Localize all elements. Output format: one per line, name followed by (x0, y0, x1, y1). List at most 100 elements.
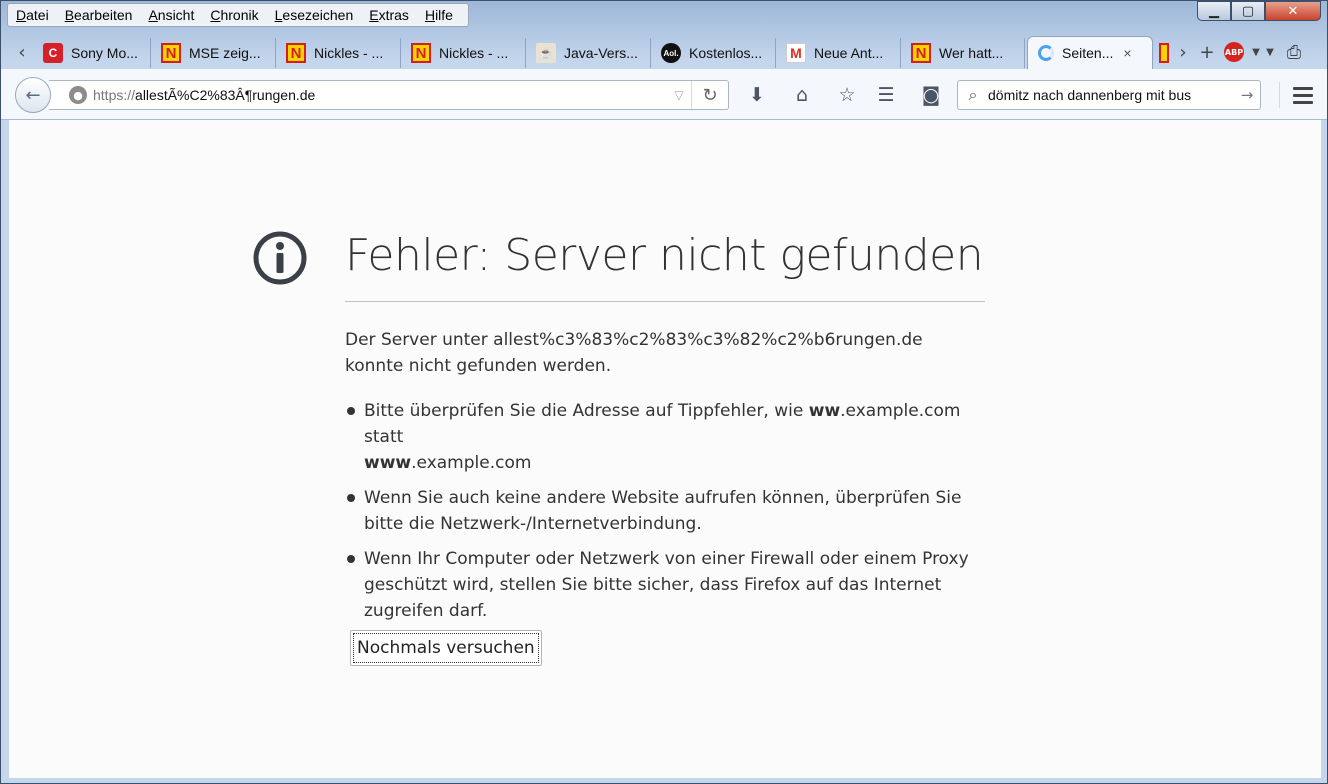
nickles-icon: N (161, 43, 181, 63)
star-icon: ☆ (838, 84, 856, 106)
download-icon: ⬇ (749, 84, 765, 106)
pocket-button[interactable]: ◙ (917, 82, 945, 108)
retry-button[interactable]: Nochmals versuchen (350, 630, 542, 666)
tab-nickles-2[interactable]: N Nickles - ... (401, 38, 526, 68)
tab-wer-hatte[interactable]: N Wer hatt... (901, 38, 1025, 68)
suggestion-list: Bitte überprüfen Sie die Adresse auf Tip… (345, 398, 985, 633)
printer-icon: ⎙ (1286, 41, 1302, 63)
aol-icon: Aol. (661, 43, 681, 63)
tab-java[interactable]: ☕ Java-Vers... (526, 38, 651, 68)
window-controls: ▁ ▢ ✕ (1197, 1, 1321, 21)
menu-chronik[interactable]: Chronik (202, 7, 266, 23)
tab-gmail[interactable]: M Neue Ant... (776, 38, 901, 68)
tab-scroll-left-button[interactable]: ‹ (11, 39, 33, 65)
nickles-icon: N (286, 43, 306, 63)
hamburger-icon (1293, 86, 1313, 90)
adblock-dropdown[interactable]: ▼ (1249, 39, 1263, 65)
bookmarks-menu-button[interactable]: ☰ (872, 82, 900, 108)
arrow-left-icon: ← (25, 84, 41, 106)
nickles-icon: N (911, 43, 931, 63)
tab-active-error[interactable]: Seiten... × (1027, 36, 1153, 69)
print-button[interactable]: ⎙ (1277, 39, 1311, 65)
error-title: Fehler: Server nicht gefunden (345, 230, 984, 281)
maximize-button[interactable]: ▢ (1231, 1, 1265, 21)
tab-label: Java-Vers... (564, 45, 638, 61)
info-icon (253, 231, 307, 285)
tab-label: Nickles - ... (314, 45, 384, 61)
maximize-icon: ▢ (1241, 3, 1255, 19)
search-bar[interactable]: ⌕ dömitz nach dannenberg mit bus → (957, 80, 1261, 110)
tab-scroll-right-button[interactable]: › (1171, 39, 1195, 65)
reload-icon: ↻ (702, 84, 718, 106)
navigation-bar: ● https://allestÃ%C2%83Â¶rungen.de ▽ ↻ ←… (1, 69, 1327, 120)
nickles-icon: N (411, 43, 431, 63)
tab-label: MSE zeig... (189, 45, 261, 61)
url-text[interactable]: https://allestÃ%C2%83Â¶rungen.de (93, 87, 667, 103)
tab-label: Kostenlos... (689, 45, 763, 61)
close-window-button[interactable]: ✕ (1265, 1, 1321, 21)
downloads-button[interactable]: ⬇ (743, 82, 771, 108)
tab-label: Neue Ant... (814, 45, 884, 61)
pocket-icon: ◙ (921, 84, 941, 106)
minimize-button[interactable]: ▁ (1197, 1, 1231, 21)
chevron-left-icon: ‹ (18, 41, 26, 63)
suggestion-item: Wenn Ihr Computer oder Netzwerk von eine… (345, 546, 985, 624)
loading-icon (1038, 45, 1054, 61)
tab-sony[interactable]: C Sony Mo... (33, 38, 151, 68)
tab-toolbar: › + ABP ▼ ▼ ⎙ (1171, 39, 1311, 65)
error-description: Der Server unter allest%c3%83%c2%83%c3%8… (345, 330, 923, 376)
url-host: allestÃ%C2%83Â¶rungen.de (135, 87, 316, 103)
title-divider (345, 301, 985, 302)
url-bar[interactable]: ● https://allestÃ%C2%83Â¶rungen.de ▽ ↻ (49, 80, 729, 110)
reload-button[interactable]: ↻ (691, 81, 728, 109)
back-button[interactable]: ← (15, 77, 51, 113)
tab-aol[interactable]: Aol. Kostenlos... (651, 38, 776, 68)
home-button[interactable]: ⌂ (788, 82, 816, 108)
tab-label: Seiten... (1062, 45, 1114, 61)
menu-lesezeichen[interactable]: Lesezeichen (267, 7, 362, 23)
tab-label: Wer hatt... (939, 45, 1004, 61)
chevron-down-icon: ▼ (1266, 46, 1274, 58)
triangle-down-icon: ▽ (674, 88, 684, 102)
close-icon: ✕ (1287, 3, 1299, 19)
chevron-down-icon: ▼ (1252, 46, 1260, 58)
home-icon: ⌂ (795, 84, 809, 106)
sony-icon: C (43, 43, 63, 63)
plus-icon: + (1199, 41, 1215, 63)
adblock-button[interactable]: ABP (1219, 39, 1249, 65)
nickles-icon (1159, 43, 1169, 63)
menu-bar: Datei Bearbeiten Ansicht Chronik Lesezei… (7, 3, 469, 27)
tab-strip: ‹ C Sony Mo... N MSE zeig... N Nickles -… (1, 35, 1328, 69)
url-protocol: https:// (93, 87, 136, 103)
globe-icon: ● (69, 86, 87, 104)
minimize-icon: ▁ (1209, 3, 1219, 19)
menu-button[interactable] (1279, 82, 1318, 108)
search-input[interactable]: dömitz nach dannenberg mit bus (988, 87, 1234, 103)
tab-label: Nickles - ... (439, 45, 509, 61)
page-content: Fehler: Server nicht gefunden Der Server… (9, 120, 1321, 778)
java-icon: ☕ (536, 43, 556, 63)
search-icon: ⌕ (968, 85, 978, 104)
bookmark-star-button[interactable]: ☆ (833, 82, 861, 108)
menu-ansicht[interactable]: Ansicht (140, 7, 202, 23)
suggestion-item: Bitte überprüfen Sie die Adresse auf Tip… (345, 398, 985, 476)
browser-window: Datei Bearbeiten Ansicht Chronik Lesezei… (0, 0, 1328, 784)
bookmarks-list-icon: ☰ (877, 84, 895, 106)
tab-overflow-partial[interactable] (1153, 38, 1169, 68)
url-history-dropdown[interactable]: ▽ (667, 88, 691, 102)
menu-datei[interactable]: Datei (8, 7, 57, 23)
tab-label: Sony Mo... (71, 45, 138, 61)
tab-list-dropdown[interactable]: ▼ (1263, 39, 1277, 65)
gmail-icon: M (786, 43, 806, 63)
new-tab-button[interactable]: + (1195, 39, 1219, 65)
search-go-button[interactable]: → (1234, 86, 1260, 104)
tab-close-icon[interactable]: × (1123, 45, 1131, 61)
adblock-icon: ABP (1224, 42, 1244, 62)
suggestion-item: Wenn Sie auch keine andere Website aufru… (345, 485, 985, 537)
menu-hilfe[interactable]: Hilfe (417, 7, 461, 23)
arrow-right-icon: → (1240, 86, 1254, 104)
tab-nickles-1[interactable]: N Nickles - ... (276, 38, 401, 68)
tab-mse[interactable]: N MSE zeig... (151, 38, 276, 68)
menu-extras[interactable]: Extras (361, 7, 417, 23)
menu-bearbeiten[interactable]: Bearbeiten (57, 7, 141, 23)
